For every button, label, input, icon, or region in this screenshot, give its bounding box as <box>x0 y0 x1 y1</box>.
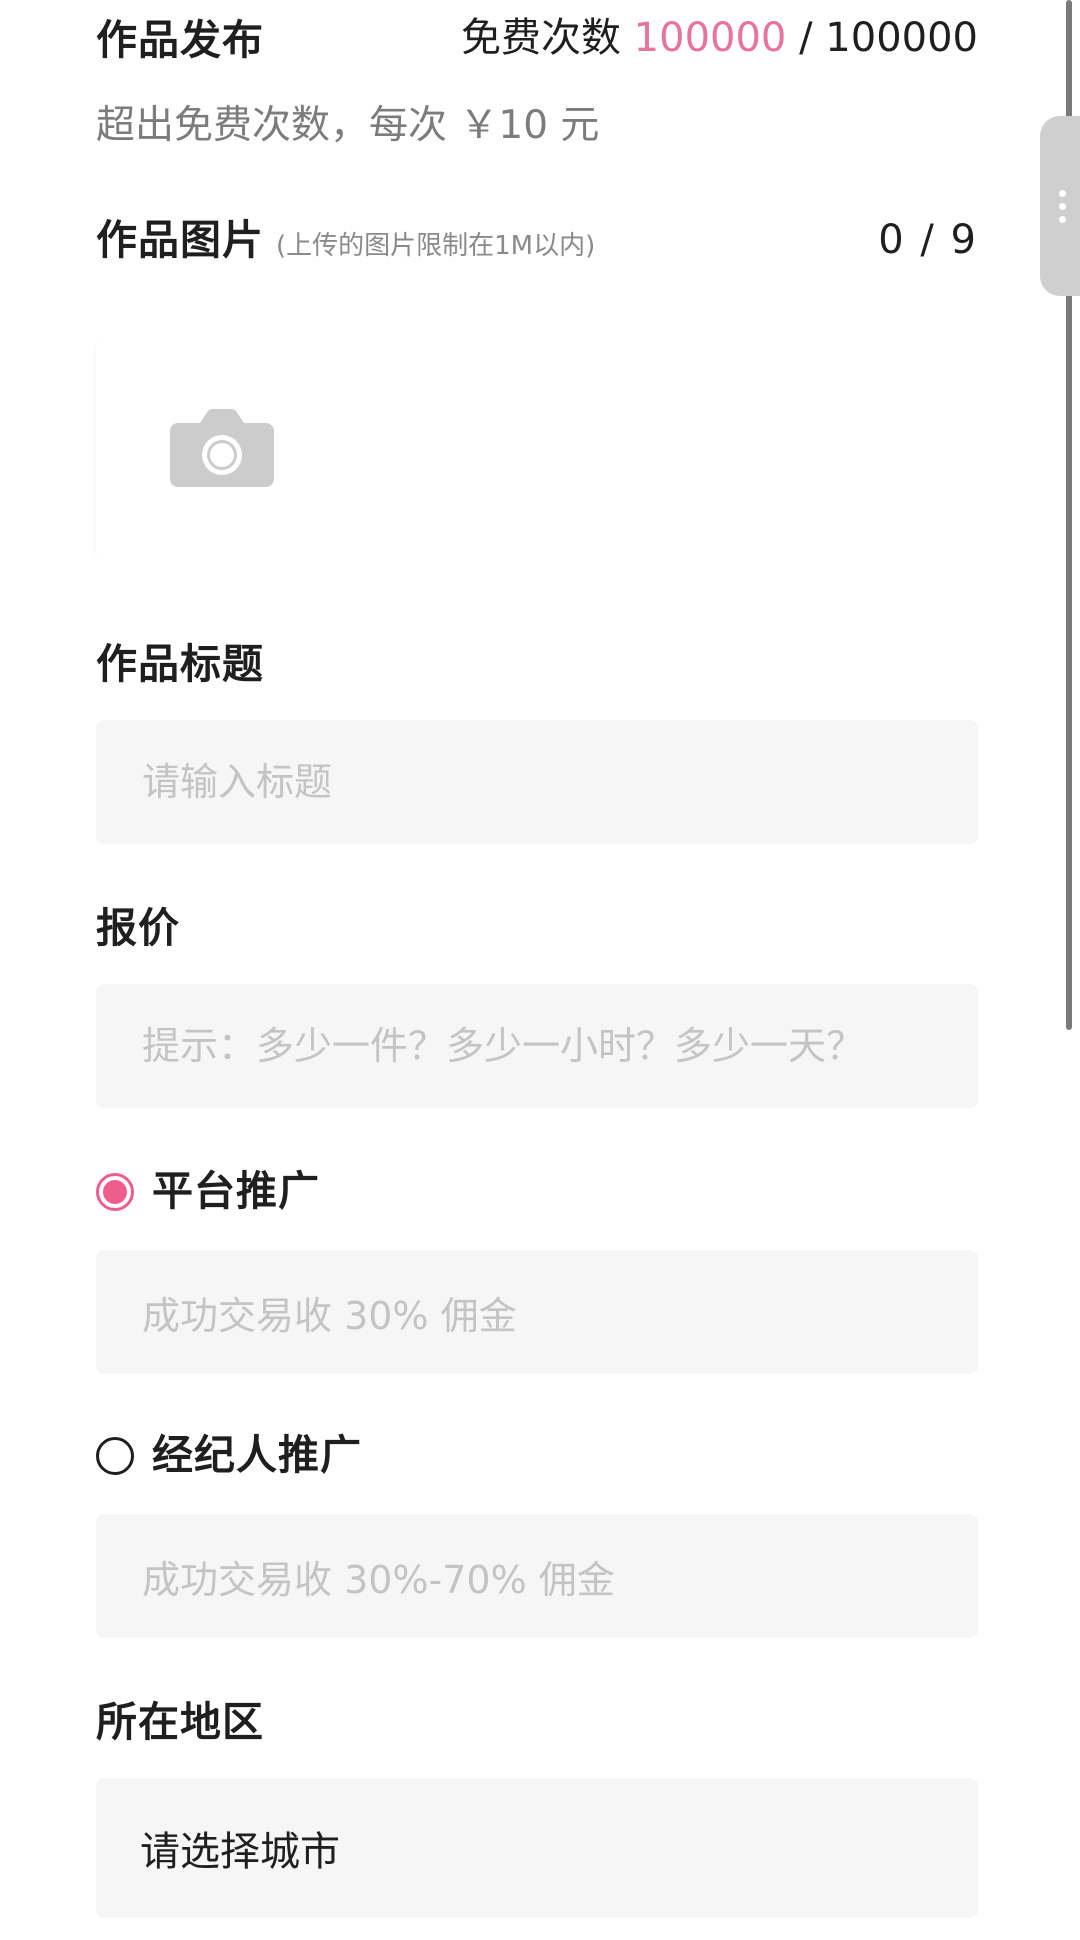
images-count: 0 / 9 <box>878 217 978 263</box>
camera-icon <box>170 409 274 491</box>
platform-promotion-label: 平台推广 <box>152 1167 320 1215</box>
images-label: 作品图片 <box>96 216 264 264</box>
agent-commission-text: 成功交易收 30%-70% 佣金 <box>96 1514 978 1638</box>
platform-commission-text: 成功交易收 30% 佣金 <box>96 1250 978 1374</box>
title-field-label: 作品标题 <box>96 640 264 688</box>
agent-promotion-option[interactable]: 经纪人推广 <box>96 1435 362 1476</box>
price-input[interactable] <box>96 984 978 1108</box>
free-quota: 免费次数 100000 / 100000 <box>461 18 978 58</box>
platform-promotion-option[interactable]: 平台推广 <box>96 1171 320 1212</box>
radio-checked-icon[interactable] <box>96 1172 134 1211</box>
images-section-header: 作品图片 (上传的图片限制在1M以内) <box>96 220 595 262</box>
free-quota-separator: / <box>799 15 813 61</box>
image-upload-button[interactable] <box>96 340 348 560</box>
images-size-hint: (上传的图片限制在1M以内) <box>276 231 596 261</box>
title-input[interactable] <box>96 720 978 844</box>
agent-promotion-label: 经纪人推广 <box>152 1431 362 1479</box>
price-field-label: 报价 <box>96 904 180 952</box>
extra-fee-text: 超出免费次数，每次 ￥10 元 <box>96 103 600 148</box>
free-quota-label: 免费次数 <box>460 15 621 61</box>
free-quota-total: 100000 <box>825 15 978 61</box>
free-quota-used: 100000 <box>633 15 787 61</box>
city-select[interactable]: 请选择城市 <box>96 1778 978 1918</box>
more-dots-icon[interactable] <box>1040 116 1080 296</box>
radio-unchecked-icon[interactable] <box>96 1436 134 1475</box>
region-label: 所在地区 <box>96 1698 264 1746</box>
page-title: 作品发布 <box>96 16 264 64</box>
